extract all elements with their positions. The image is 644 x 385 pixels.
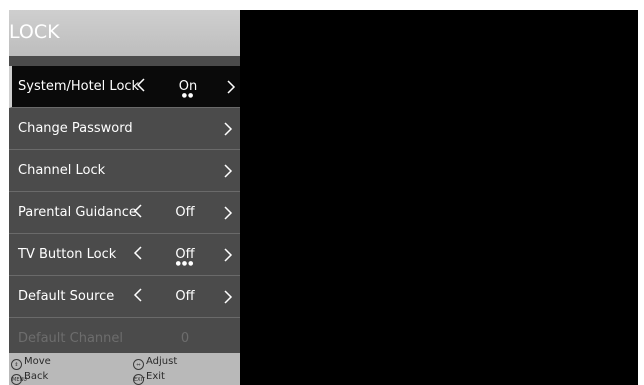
chevron-left-icon[interactable] [132, 202, 144, 220]
chevron-right-icon[interactable] [222, 246, 234, 264]
chevron-left-icon[interactable] [132, 244, 144, 262]
menu-item-label: Default Channel [18, 331, 124, 346]
menu-item-value: Off [175, 289, 195, 304]
menu-item-value: Off [175, 205, 195, 220]
chevron-right-icon[interactable] [225, 78, 237, 96]
chevron-right-icon[interactable] [222, 120, 234, 138]
menu-title: LOCK [9, 21, 60, 43]
menu-item-label: Channel Lock [18, 163, 106, 178]
menu-item-label: TV Button Lock [18, 247, 117, 262]
menu-item-label: Parental Guidance [18, 205, 137, 220]
lock-menu-list: System/Hotel Lock On ●● Change Password … [9, 66, 240, 360]
menu-item-change-password[interactable]: Change Password [9, 108, 240, 150]
hint-exit-label: Exit [146, 371, 165, 382]
left-right-icon: ⇔ [133, 359, 144, 370]
chevron-right-icon[interactable] [222, 204, 234, 222]
menu-item-parental-guidance[interactable]: Parental Guidance Off [9, 192, 240, 234]
screen: LOCK System/Hotel Lock On ●● Change Pass… [0, 0, 644, 385]
hint-exit: EXITExit [133, 370, 165, 385]
chevron-left-icon[interactable] [132, 286, 144, 304]
menu-item-default-source[interactable]: Default Source Off [9, 276, 240, 318]
hint-adjust: ⇔ Adjust [133, 355, 178, 370]
menu-item-label: Change Password [18, 121, 133, 136]
hint-move-label: Move [24, 356, 51, 367]
chevron-right-icon[interactable] [222, 288, 234, 306]
up-down-icon: ⇕ [11, 359, 22, 370]
menu-item-system-hotel-lock[interactable]: System/Hotel Lock On ●● [9, 66, 240, 108]
menu-item-channel-lock[interactable]: Channel Lock [9, 150, 240, 192]
menu-item-label: System/Hotel Lock [18, 79, 140, 94]
menu-title-bar: LOCK [9, 10, 240, 56]
value-indicator-dots: ●● [181, 92, 195, 99]
exit-key-icon: EXIT [133, 374, 145, 385]
menu-item-label: Default Source [18, 289, 115, 304]
menu-item-tv-button-lock[interactable]: TV Button Lock Off ●●● [9, 234, 240, 276]
value-indicator-dots: ●●● [175, 260, 195, 267]
hint-back-label: Back [24, 371, 49, 382]
tv-video-area [240, 10, 638, 385]
menu-item-value: 0 [180, 331, 190, 346]
chevron-left-icon[interactable] [135, 76, 147, 94]
lock-menu-panel: LOCK System/Hotel Lock On ●● Change Pass… [9, 10, 240, 385]
key-hints-footer: ⇕ Move ⇔ Adjust MENUBack EXITExit [9, 353, 240, 385]
hint-back: MENUBack [11, 370, 49, 385]
hint-move: ⇕ Move [11, 355, 51, 370]
menu-key-icon: MENU [11, 374, 27, 385]
hint-adjust-label: Adjust [146, 356, 178, 367]
chevron-right-icon[interactable] [222, 162, 234, 180]
